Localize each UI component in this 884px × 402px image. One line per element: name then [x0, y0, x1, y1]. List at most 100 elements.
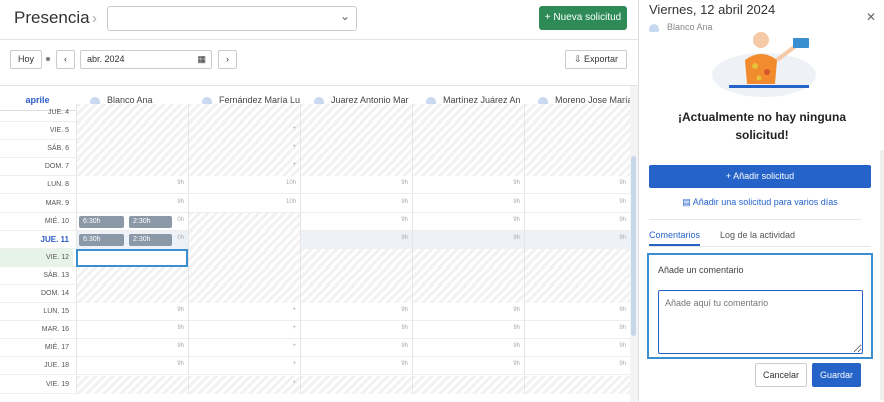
day-cell[interactable]: +: [188, 375, 300, 394]
day-cell[interactable]: +: [188, 357, 300, 376]
day-cell[interactable]: 9h: [300, 303, 412, 322]
day-cell[interactable]: 9h: [524, 176, 630, 195]
scrollbar-thumb[interactable]: [631, 156, 636, 336]
day-cell[interactable]: [188, 230, 300, 249]
day-cell[interactable]: 9h: [300, 212, 412, 231]
day-cell[interactable]: 9h: [76, 321, 188, 340]
day-cell[interactable]: +: [188, 122, 300, 141]
day-cell[interactable]: [76, 285, 188, 303]
day-cell[interactable]: [300, 375, 412, 394]
day-cell[interactable]: [524, 122, 630, 141]
day-cell[interactable]: [188, 248, 300, 267]
day-cell[interactable]: +: [188, 339, 300, 358]
day-cell[interactable]: [524, 266, 630, 285]
day-cell[interactable]: 9h: [412, 212, 524, 231]
day-cell[interactable]: 9h: [300, 357, 412, 376]
cancel-button[interactable]: Cancelar: [755, 363, 807, 387]
day-cell[interactable]: [524, 104, 630, 122]
next-month-button[interactable]: ›: [218, 50, 237, 69]
day-cell[interactable]: [412, 248, 524, 267]
day-cell[interactable]: 9h: [300, 339, 412, 358]
day-cell[interactable]: [524, 375, 630, 394]
day-cell[interactable]: 9h: [412, 176, 524, 195]
day-cell[interactable]: [412, 140, 524, 159]
close-icon[interactable]: ✕: [866, 10, 876, 24]
today-button[interactable]: Hoy: [10, 50, 42, 69]
day-cell[interactable]: [76, 248, 188, 267]
day-cell[interactable]: [412, 122, 524, 141]
day-cell[interactable]: [412, 158, 524, 177]
new-request-button[interactable]: + Nueva solicitud: [539, 6, 627, 30]
day-cell[interactable]: 9h: [412, 339, 524, 358]
day-cell[interactable]: 10h: [188, 176, 300, 195]
comment-textarea[interactable]: [658, 290, 863, 354]
day-cell[interactable]: 9h: [76, 303, 188, 322]
day-cell[interactable]: [188, 212, 300, 231]
day-cell[interactable]: 9h: [524, 303, 630, 322]
day-cell[interactable]: 9h: [76, 176, 188, 195]
add-request-button[interactable]: + Añadir solicitud: [649, 165, 871, 188]
day-cell[interactable]: 0h 6:30h 2:30h: [76, 212, 188, 231]
day-cell[interactable]: 9h: [524, 357, 630, 376]
month-picker-input[interactable]: abr. 2024 ▦: [80, 50, 212, 69]
day-cell[interactable]: [188, 285, 300, 303]
tab-activity-log[interactable]: Log de la actividad: [720, 230, 795, 240]
day-cell[interactable]: 9h: [76, 194, 188, 213]
day-cell[interactable]: [300, 140, 412, 159]
day-cell[interactable]: 10h: [188, 194, 300, 213]
day-cell[interactable]: 9h: [300, 321, 412, 340]
day-cell[interactable]: [76, 104, 188, 122]
day-cell[interactable]: [76, 122, 188, 141]
time-entry-pill[interactable]: 2:30h: [129, 233, 172, 246]
day-cell[interactable]: [300, 285, 412, 303]
day-cell[interactable]: +: [188, 158, 300, 177]
panel-scrollbar[interactable]: [880, 150, 884, 400]
day-cell[interactable]: [300, 248, 412, 267]
day-cell[interactable]: [76, 158, 188, 177]
day-cell[interactable]: [188, 104, 300, 122]
day-cell[interactable]: [412, 285, 524, 303]
day-cell[interactable]: 9h: [300, 176, 412, 195]
day-cell[interactable]: [76, 375, 188, 394]
day-cell[interactable]: [524, 248, 630, 267]
grid-scrollbar[interactable]: [630, 86, 638, 402]
day-cell[interactable]: 9h: [76, 339, 188, 358]
day-cell[interactable]: +: [188, 321, 300, 340]
day-cell[interactable]: [188, 266, 300, 285]
day-cell[interactable]: [412, 375, 524, 394]
day-cell[interactable]: 9h: [524, 212, 630, 231]
day-cell[interactable]: +: [188, 303, 300, 322]
prev-month-button[interactable]: ‹: [56, 50, 75, 69]
export-button[interactable]: ⇩ Exportar: [565, 50, 627, 69]
day-cell[interactable]: 9h: [524, 321, 630, 340]
day-cell[interactable]: [300, 122, 412, 141]
multi-day-request-link[interactable]: ▤ Añadir una solicitud para varios días: [649, 197, 871, 208]
day-cell[interactable]: +: [188, 140, 300, 159]
day-cell[interactable]: 0h 6:30h 2:30h: [76, 230, 188, 249]
day-cell[interactable]: 9h: [412, 230, 524, 249]
day-cell[interactable]: [412, 266, 524, 285]
save-button[interactable]: Guardar: [812, 363, 861, 387]
tab-comments[interactable]: Comentarios: [649, 230, 701, 246]
day-cell[interactable]: 9h: [300, 194, 412, 213]
day-cell[interactable]: [524, 285, 630, 303]
time-entry-pill[interactable]: 2:30h: [129, 215, 172, 228]
day-cell[interactable]: [524, 140, 630, 159]
time-entry-pill[interactable]: 6:30h: [79, 233, 124, 246]
day-cell[interactable]: 9h: [412, 321, 524, 340]
day-cell[interactable]: [524, 158, 630, 177]
day-cell[interactable]: [300, 266, 412, 285]
day-cell[interactable]: 9h: [412, 303, 524, 322]
day-cell[interactable]: [300, 104, 412, 122]
day-cell[interactable]: [76, 266, 188, 285]
day-cell[interactable]: 9h: [76, 357, 188, 376]
day-cell[interactable]: 9h: [524, 230, 630, 249]
time-entry-pill[interactable]: 6:30h: [79, 215, 124, 228]
day-cell[interactable]: [76, 140, 188, 159]
day-cell[interactable]: 9h: [524, 339, 630, 358]
day-cell[interactable]: 9h: [524, 194, 630, 213]
view-select[interactable]: ⌄: [107, 6, 357, 31]
day-cell[interactable]: 9h: [300, 230, 412, 249]
day-cell[interactable]: [300, 158, 412, 177]
day-cell[interactable]: 9h: [412, 357, 524, 376]
